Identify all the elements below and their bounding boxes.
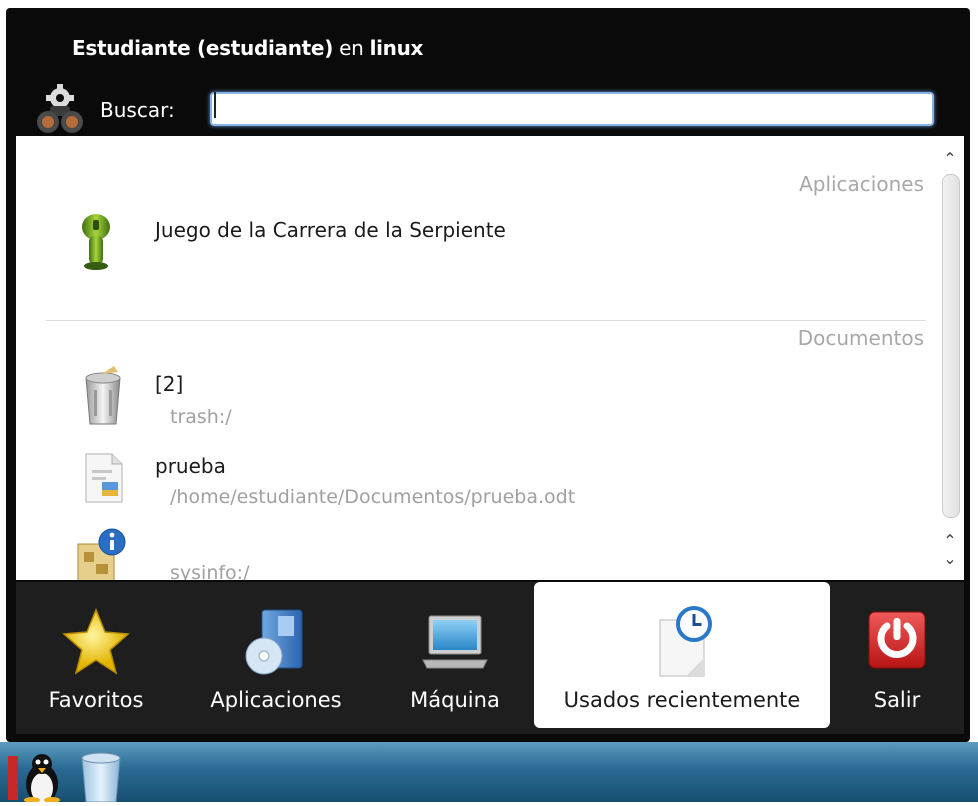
tab-label: Usados recientemente [563, 688, 801, 712]
trash-can-icon[interactable] [76, 750, 126, 803]
search-label: Buscar: [100, 98, 175, 122]
scrollbar-thumb[interactable] [942, 174, 960, 518]
laptop-icon [419, 606, 491, 678]
doc-title: prueba [155, 454, 226, 478]
app-title: Juego de la Carrera de la Serpiente [155, 218, 506, 242]
host-name: linux [369, 36, 424, 60]
tab-usados-recientemente[interactable]: Usados recientemente [534, 582, 830, 728]
taskbar [0, 742, 978, 804]
binoculars-gear-icon [34, 84, 86, 136]
doc-path: sysinfo:/ [170, 562, 250, 580]
text-caret [214, 92, 216, 118]
document-icon [82, 450, 126, 506]
section-title-applications: Aplicaciones [799, 172, 924, 196]
tab-salir[interactable]: Salir [830, 582, 964, 728]
user-name: Estudiante (estudiante) [72, 36, 334, 60]
doc-path: /home/estudiante/Documentos/prueba.odt [170, 486, 576, 508]
snake-game-icon [76, 212, 116, 272]
recent-clock-icon [646, 606, 718, 678]
tab-maquina[interactable]: Máquina [376, 582, 534, 728]
star-icon [60, 606, 132, 678]
tab-bar: Favoritos Aplicaciones Máquina Usados re… [16, 582, 964, 734]
section-title-documents: Documentos [797, 326, 924, 350]
tab-favoritos[interactable]: Favoritos [16, 582, 176, 728]
power-icon [861, 606, 933, 678]
tab-label: Aplicaciones [210, 688, 342, 712]
scroll-up-arrow-icon[interactable]: ⌃ [940, 532, 960, 550]
results-list[interactable]: Aplicaciones Juego de la Carrera de la S… [16, 136, 964, 580]
section-divider [46, 320, 926, 321]
doc-title: [2] [155, 372, 184, 396]
tab-label: Favoritos [48, 688, 144, 712]
sysinfo-icon [76, 528, 132, 580]
applications-icon [240, 606, 312, 678]
kde-menu-penguin-icon[interactable] [8, 750, 64, 804]
scrollbar[interactable]: ⌃ ⌃ ⌄ [934, 136, 964, 580]
search-input[interactable] [210, 92, 934, 126]
tab-label: Salir [873, 688, 921, 712]
tab-label: Máquina [410, 688, 500, 712]
tab-aplicaciones[interactable]: Aplicaciones [176, 582, 376, 728]
scroll-down-arrow-icon[interactable]: ⌄ [940, 550, 960, 568]
trash-icon [80, 364, 126, 428]
header-connector: en [339, 36, 364, 60]
user-header: Estudiante (estudiante) en linux [72, 36, 423, 60]
doc-path: trash:/ [170, 406, 232, 428]
scroll-up-arrow-icon[interactable]: ⌃ [940, 150, 960, 168]
